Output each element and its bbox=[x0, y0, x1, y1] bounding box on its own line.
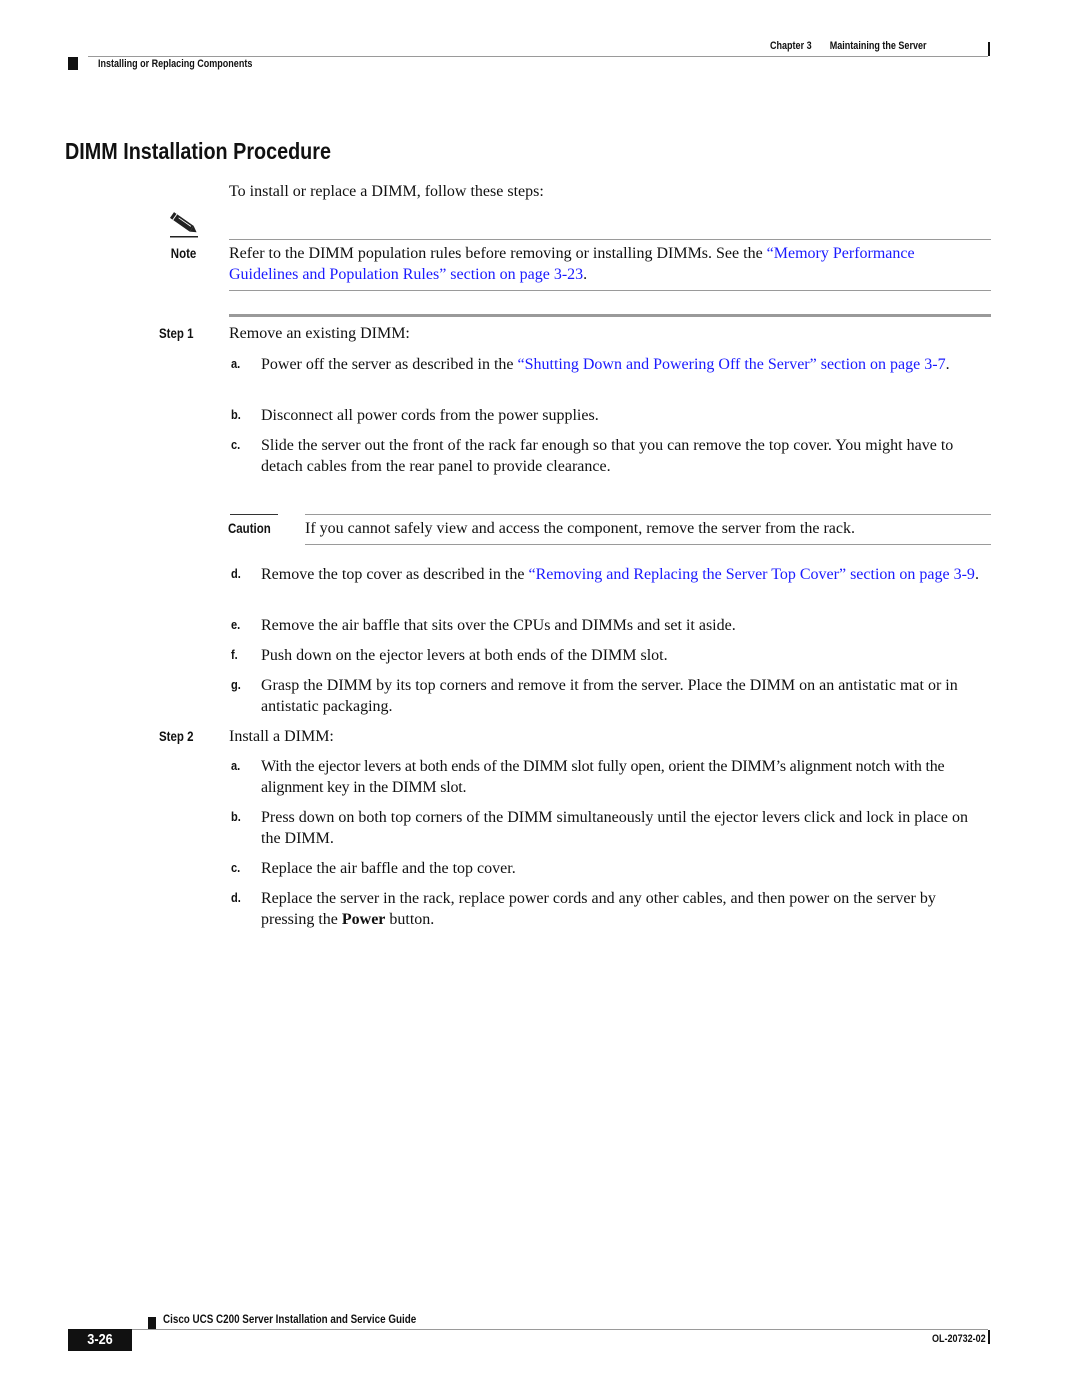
step-2-title: Install a DIMM: bbox=[229, 728, 334, 745]
top-cover-link[interactable]: “Removing and Replacing the Server Top C… bbox=[528, 566, 974, 583]
note-label: Note bbox=[170, 245, 197, 261]
page-number: 3-26 bbox=[87, 1331, 113, 1348]
step-1-label: Step 1 bbox=[159, 325, 194, 341]
caution-top-rule bbox=[305, 514, 991, 515]
step-1b-text: Disconnect all power cords from the powe… bbox=[261, 407, 599, 424]
header-square-marker bbox=[68, 57, 78, 70]
step-2d-text-after: button. bbox=[385, 911, 435, 928]
substep-letter: c. bbox=[231, 437, 241, 452]
note-top-rule bbox=[229, 239, 991, 240]
step-1-title: Remove an existing DIMM: bbox=[229, 325, 410, 342]
chapter-number: Chapter 3 bbox=[770, 40, 812, 52]
step-2c-text: Replace the air baffle and the top cover… bbox=[261, 860, 516, 877]
note-bottom-rule bbox=[229, 290, 991, 291]
footer-rule bbox=[130, 1329, 988, 1330]
step-2a-text: With the ejector levers at both ends of … bbox=[261, 758, 945, 796]
step-1g-text: Grasp the DIMM by its top corners and re… bbox=[261, 677, 958, 715]
page-title: DIMM Installation Procedure bbox=[65, 138, 331, 164]
substep-letter: e. bbox=[231, 617, 241, 632]
step-1f-text: Push down on the ejector levers at both … bbox=[261, 647, 668, 664]
substep-letter: b. bbox=[231, 407, 241, 422]
shutting-down-link[interactable]: “Shutting Down and Powering Off the Serv… bbox=[518, 356, 946, 373]
header-section: Installing or Replacing Components bbox=[98, 58, 253, 70]
substep-letter: d. bbox=[231, 566, 241, 581]
step-1a-text: Power off the server as described in the… bbox=[261, 354, 991, 375]
page-number-badge: 3-26 bbox=[68, 1329, 132, 1351]
header-rule bbox=[88, 56, 988, 57]
header-chapter: Chapter 3 Maintaining the Server bbox=[770, 40, 927, 52]
step-section-rule bbox=[229, 314, 991, 317]
substep-letter: d. bbox=[231, 890, 241, 905]
chapter-title: Maintaining the Server bbox=[829, 40, 927, 52]
substep-letter: c. bbox=[231, 860, 241, 875]
step-1e-text: Remove the air baffle that sits over the… bbox=[261, 617, 736, 634]
footer-guide-title: Cisco UCS C200 Server Installation and S… bbox=[163, 1312, 417, 1326]
power-button-name: Power bbox=[341, 911, 386, 928]
caution-short-rule bbox=[230, 514, 278, 515]
pencil-note-icon bbox=[167, 212, 201, 238]
note-text: Refer to the DIMM population rules befor… bbox=[229, 243, 959, 285]
caution-label: Caution bbox=[228, 520, 271, 536]
step-1a-text-after: . bbox=[945, 356, 950, 373]
step-2d-text: Replace the server in the rack, replace … bbox=[261, 888, 991, 930]
step-1d-text: Remove the top cover as described in the… bbox=[261, 564, 991, 585]
footer-end-bar bbox=[988, 1330, 990, 1344]
substep-letter: f. bbox=[231, 647, 238, 662]
step-1d-text-after: . bbox=[974, 566, 979, 583]
step-2b-text: Press down on both top corners of the DI… bbox=[261, 809, 968, 847]
substep-letter: a. bbox=[231, 758, 241, 773]
substep-letter: b. bbox=[231, 809, 241, 824]
note-text-after: . bbox=[583, 266, 588, 283]
substep-letter: g. bbox=[231, 677, 241, 692]
step-1d-text-before: Remove the top cover as described in the bbox=[261, 566, 529, 583]
step-2-label: Step 2 bbox=[159, 728, 194, 744]
intro-text: To install or replace a DIMM, follow the… bbox=[229, 183, 544, 200]
caution-text: If you cannot safely view and access the… bbox=[305, 520, 855, 537]
caution-bottom-rule bbox=[305, 544, 991, 545]
step-1c-text: Slide the server out the front of the ra… bbox=[261, 437, 954, 475]
substep-letter: a. bbox=[231, 356, 241, 371]
note-text-before: Refer to the DIMM population rules befor… bbox=[229, 245, 767, 262]
footer-square-marker bbox=[148, 1317, 156, 1329]
footer-doc-number: OL-20732-02 bbox=[932, 1333, 986, 1345]
header-end-bar bbox=[988, 42, 990, 56]
step-1a-text-before: Power off the server as described in the bbox=[261, 356, 518, 373]
